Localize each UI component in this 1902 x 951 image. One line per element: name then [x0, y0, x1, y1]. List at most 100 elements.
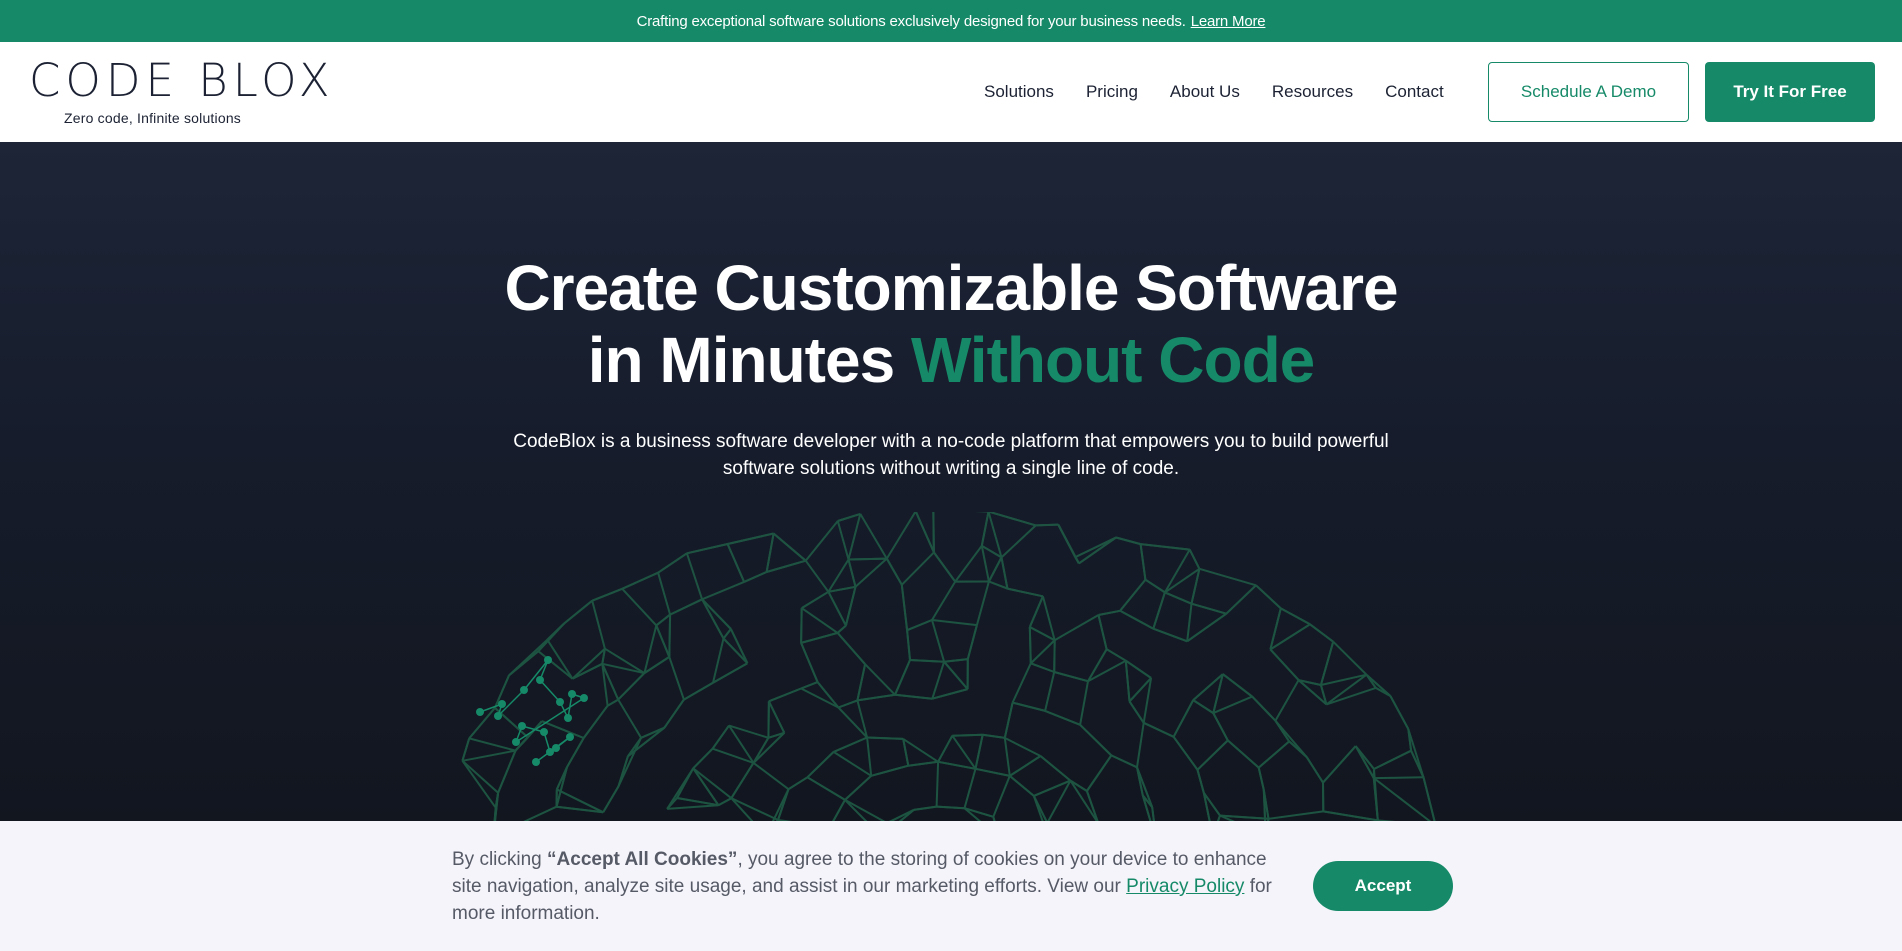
globe-mesh-line	[541, 720, 585, 739]
globe-mesh-line	[1164, 549, 1191, 593]
globe-mesh-line	[1389, 695, 1410, 730]
globe-mesh-line	[1152, 627, 1188, 643]
globe-mesh-line	[1041, 596, 1056, 641]
globe-mesh-line	[837, 512, 861, 522]
globe-mesh-line	[992, 775, 1011, 818]
accept-cookies-button[interactable]: Accept	[1313, 861, 1453, 911]
logo-wordmark: CODE BLOX	[29, 54, 335, 107]
globe-mesh-line	[621, 571, 659, 590]
globe-mesh-line	[1143, 721, 1175, 738]
globe-mesh-line	[894, 693, 933, 700]
globe-mesh-line	[1119, 609, 1154, 630]
globe-mesh-line	[668, 614, 672, 657]
globe-mesh-line	[571, 647, 606, 680]
globe-mesh-line	[932, 688, 968, 700]
globe-mesh-line	[772, 532, 807, 562]
globe-mesh-line	[931, 581, 957, 621]
globe-mesh-line	[935, 761, 940, 807]
globe-mesh-line	[1044, 671, 1056, 712]
globe-mesh-line	[711, 725, 730, 750]
globe-mesh-line	[777, 788, 790, 821]
globe-mesh-line	[692, 767, 720, 806]
globe-mesh-line	[461, 738, 471, 762]
nav-item-contact[interactable]: Contact	[1385, 82, 1444, 102]
globe-mesh-line	[864, 663, 896, 696]
globe-mesh-line	[831, 799, 846, 822]
globe-mesh-line	[800, 608, 803, 643]
globe-mesh-line	[951, 735, 977, 770]
globe-mesh-line	[856, 663, 867, 701]
globe-mesh-line	[833, 736, 868, 753]
globe-mesh-line	[1124, 660, 1131, 702]
privacy-policy-link[interactable]: Privacy Policy	[1126, 876, 1244, 897]
globe-mesh-line	[943, 661, 969, 690]
globe-mesh-line	[867, 736, 904, 740]
globe-mesh-line	[1119, 579, 1147, 612]
nav-item-pricing[interactable]: Pricing	[1086, 82, 1138, 102]
globe-mesh-line	[937, 735, 954, 763]
globe-mesh-line	[1192, 699, 1214, 714]
globe-mesh-line	[1054, 614, 1099, 642]
globe-mesh-line	[838, 699, 858, 709]
globe-mesh-line	[1319, 641, 1335, 686]
globe-mesh-line	[582, 705, 609, 739]
schedule-demo-button[interactable]: Schedule A Demo	[1488, 62, 1689, 122]
globe-mesh-line	[1227, 739, 1260, 769]
globe-mesh-line	[937, 760, 976, 770]
learn-more-link[interactable]: Learn More	[1191, 13, 1266, 30]
globe-mesh-line	[712, 747, 754, 764]
globe-mesh-line	[908, 760, 939, 767]
globe-mesh-line	[954, 545, 983, 583]
globe-mesh-line	[1354, 745, 1375, 779]
globe-mesh-line	[931, 619, 946, 662]
globe-mesh-line	[828, 585, 856, 593]
globe-mesh-line	[627, 726, 666, 758]
globe-mesh-line	[730, 797, 779, 821]
globe-mesh-line	[617, 737, 643, 787]
nav-item-resources[interactable]: Resources	[1272, 82, 1353, 102]
globe-mesh-line	[833, 751, 872, 777]
globe-mesh-line	[508, 650, 539, 677]
globe-mesh-line	[768, 687, 802, 703]
globe-mesh-line	[1268, 810, 1324, 820]
globe-mesh-line	[712, 638, 725, 684]
globe-mesh-line	[1035, 523, 1059, 527]
globe-mesh-line	[859, 513, 888, 560]
globe-mesh-line	[766, 559, 806, 573]
globe-mesh-line	[980, 545, 990, 582]
globe-mesh-line	[663, 699, 685, 729]
globe-mesh-line	[906, 619, 933, 632]
globe-mesh-line	[676, 767, 695, 799]
globe-mesh-line	[787, 776, 808, 791]
globe-mesh-line	[1125, 659, 1152, 679]
hero-title-accent: Without Code	[910, 324, 1315, 396]
globe-mesh-line	[1069, 780, 1099, 822]
globe-mesh-line	[729, 628, 749, 664]
cookie-banner: By clicking “Accept All Cookies”, you ag…	[0, 821, 1902, 951]
globe-mesh-line	[1033, 779, 1071, 797]
site-header: CODE BLOX Zero code, Infinite solutions …	[0, 42, 1902, 142]
globe-mesh-line	[657, 572, 672, 615]
globe-mesh-line	[1257, 767, 1265, 791]
globe-mesh-line	[617, 699, 642, 739]
globe-mesh-line	[752, 762, 790, 790]
nav-item-about-us[interactable]: About Us	[1170, 82, 1240, 102]
globe-mesh-line	[1000, 557, 1009, 589]
globe-mesh-line	[931, 661, 946, 700]
nav-item-solutions[interactable]: Solutions	[984, 82, 1054, 102]
logo-tagline: Zero code, Infinite solutions	[64, 110, 242, 126]
globe-mesh-line	[722, 637, 749, 664]
globe-mesh-line	[683, 681, 714, 701]
globe-mesh-line	[1172, 699, 1195, 738]
globe-mesh-line	[497, 750, 517, 794]
globe-mesh-line	[870, 764, 909, 777]
globe-mesh-line	[1152, 592, 1166, 630]
logo[interactable]: CODE BLOX Zero code, Infinite solutions	[29, 54, 335, 136]
globe-mesh-line	[836, 520, 850, 560]
globe-mesh-line	[902, 738, 939, 763]
globe-mesh-line	[1044, 709, 1081, 726]
try-free-button[interactable]: Try It For Free	[1705, 62, 1875, 122]
globe-mesh-line	[1004, 737, 1041, 757]
globe-mesh-line	[668, 656, 685, 700]
globe-mesh-line	[1007, 587, 1044, 598]
